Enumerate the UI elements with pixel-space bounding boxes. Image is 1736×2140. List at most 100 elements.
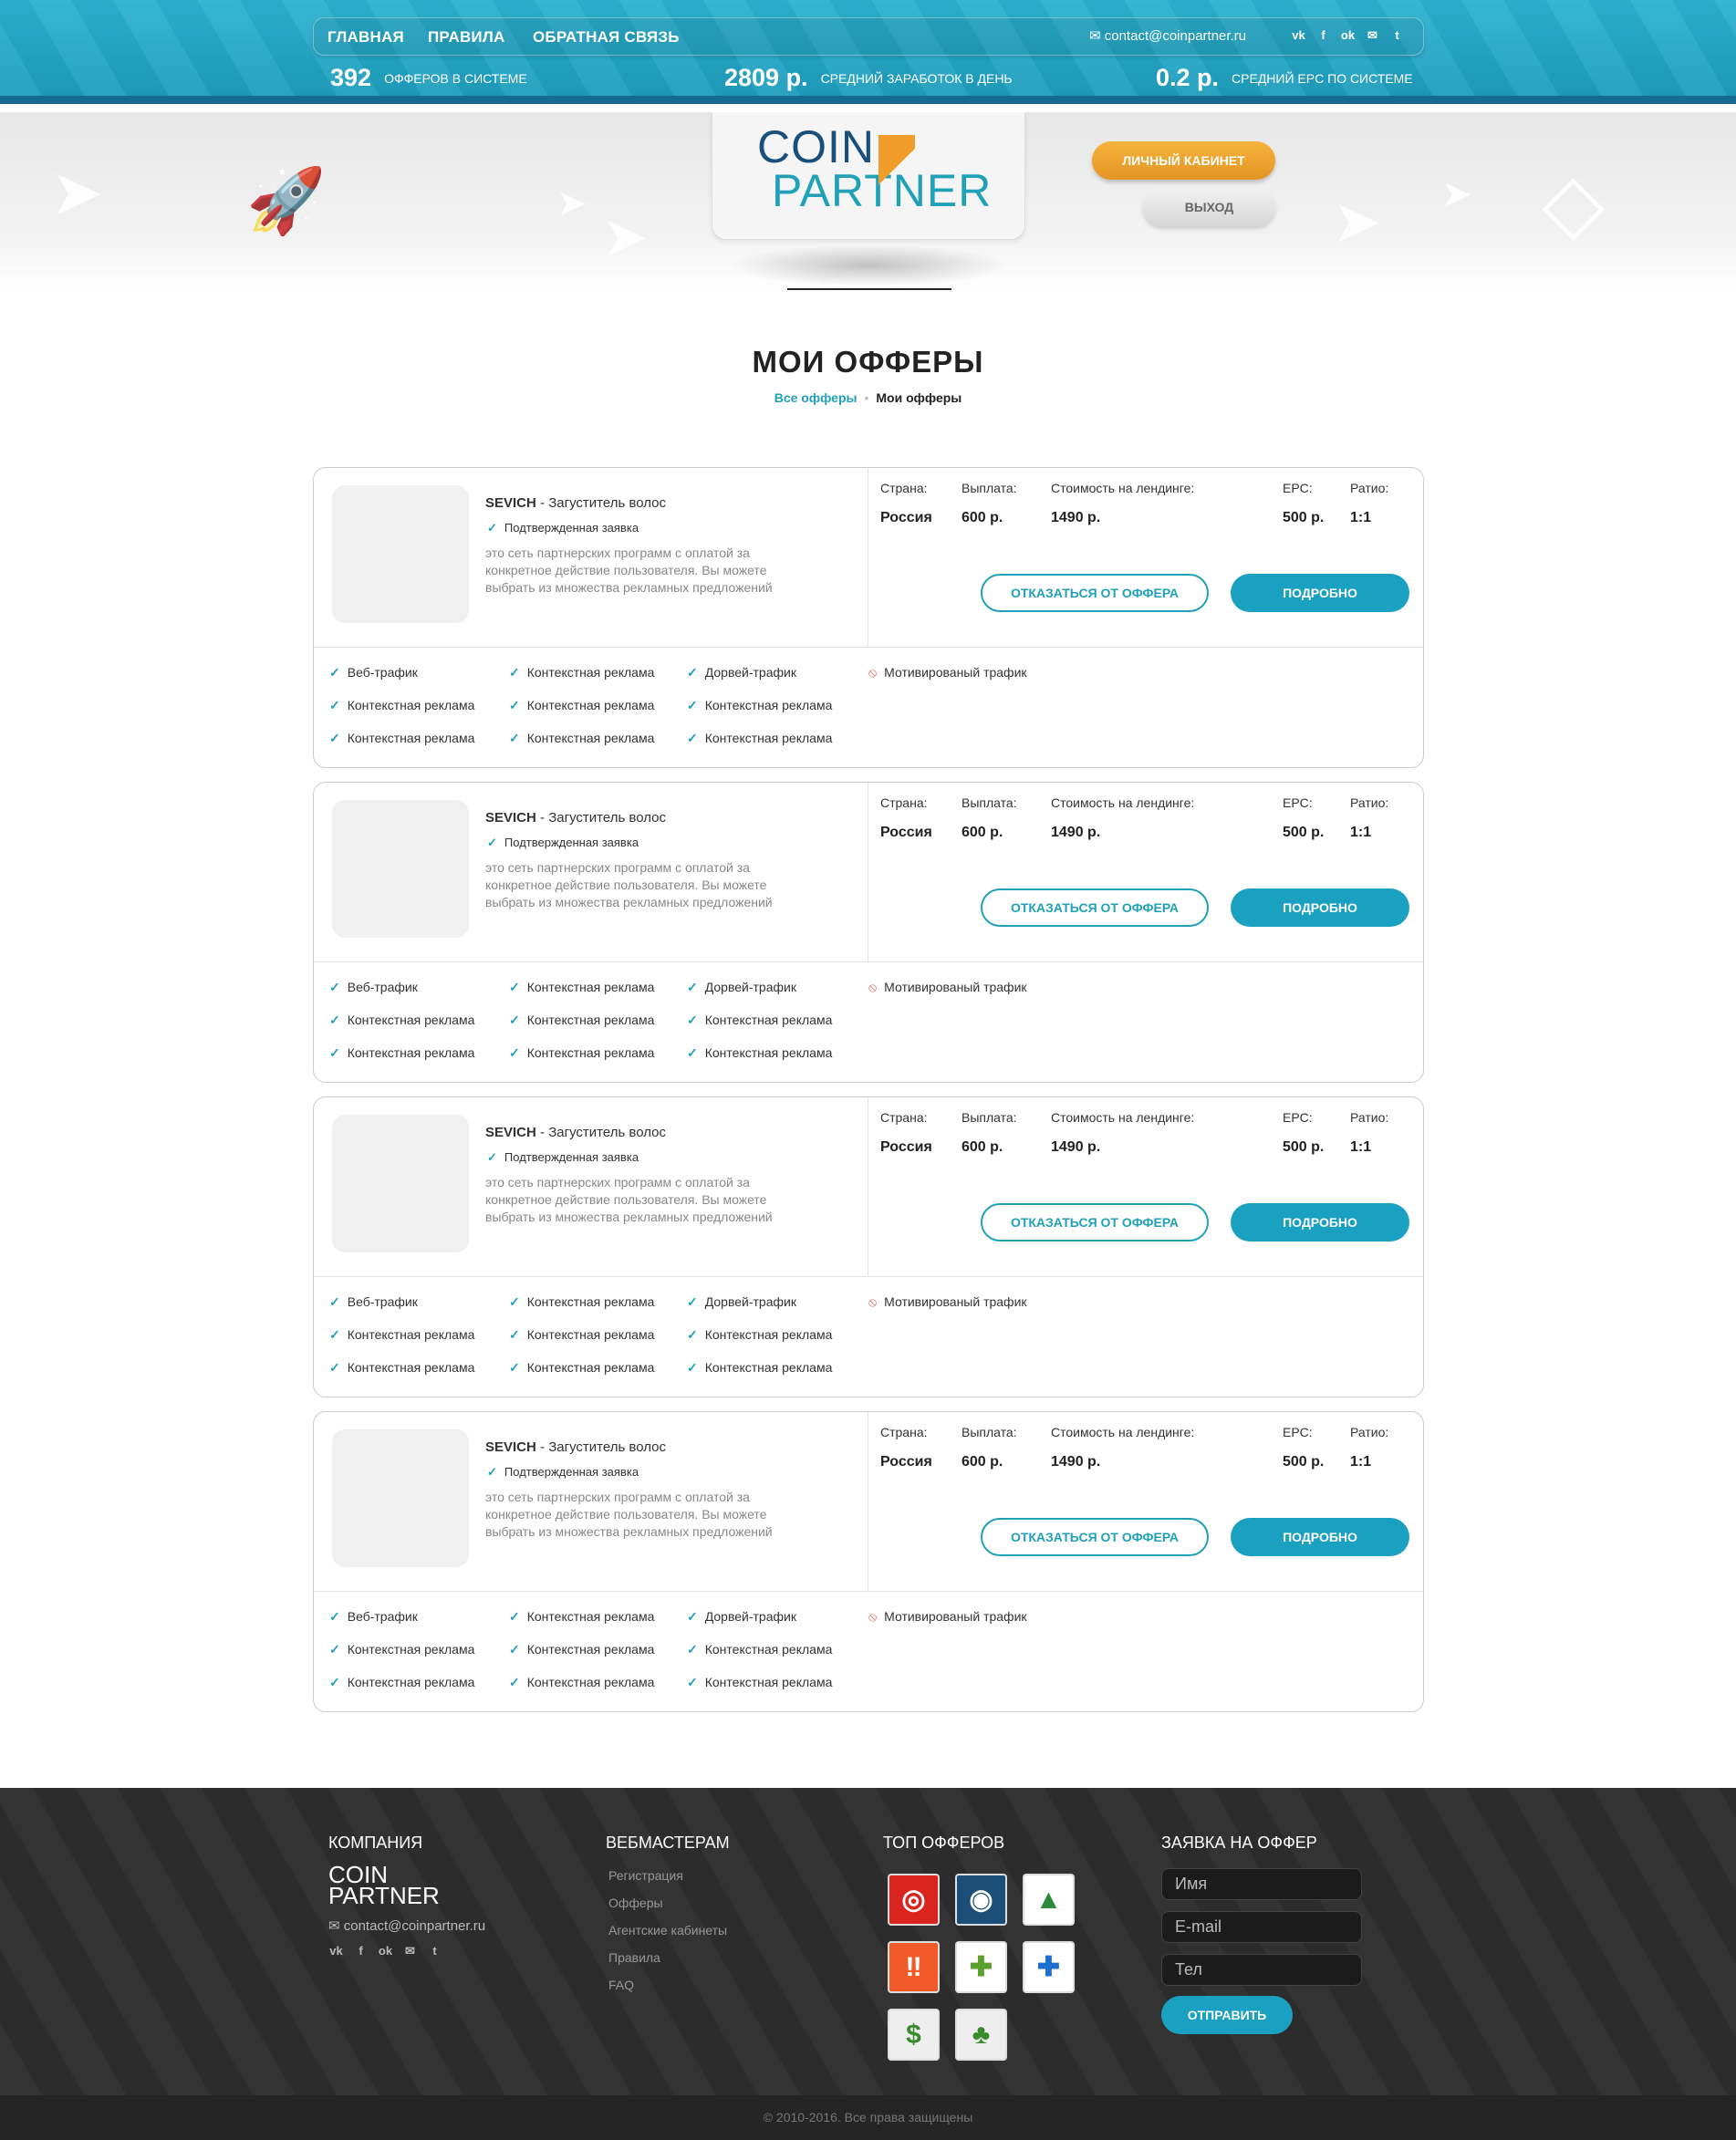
facebook-icon[interactable]: f <box>1315 27 1331 43</box>
offer-thumbnail[interactable] <box>332 800 469 938</box>
car-logo-icon[interactable]: ◎ <box>888 1874 940 1926</box>
offer-title[interactable]: SEVICH - Загуститель волос <box>485 495 666 511</box>
exit-button[interactable]: ВЫХОД <box>1143 188 1275 226</box>
vk-icon[interactable]: vk <box>328 1943 344 1958</box>
footer-email[interactable]: ✉ contact@coinpartner.ru <box>328 1917 485 1934</box>
traffic-feature-item: ✓ Контекстная реклама <box>329 1013 475 1027</box>
traffic-feature-item: ✓ Контекстная реклама <box>509 731 655 745</box>
logo[interactable]: COIN PARTNER <box>757 124 992 213</box>
ban-icon: ⦸ <box>868 1294 878 1309</box>
name-input[interactable] <box>1161 1868 1362 1900</box>
check-icon: ✓ <box>509 1360 520 1375</box>
mail-icon: ✉ <box>1089 28 1101 44</box>
epc-label: EPC: <box>1283 1425 1313 1439</box>
details-button[interactable]: ПОДРОБНО <box>1231 574 1409 612</box>
personal-cabinet-button[interactable]: ЛИЧНЫЙ КАБИНЕТ <box>1092 141 1275 180</box>
paper-plane-icon: ➤ <box>1441 174 1472 214</box>
top-nav: ГЛАВНАЯ ПРАВИЛА ОБРАТНАЯ СВЯЗЬ ✉ contact… <box>313 17 1424 56</box>
check-icon: ✓ <box>687 731 698 745</box>
money-tree-icon[interactable]: $ <box>888 2009 940 2061</box>
traffic-feature-item: ✓ Контекстная реклама <box>687 1642 833 1657</box>
epc-value: 500 р. <box>1283 825 1325 840</box>
twitter-icon[interactable]: t <box>1389 27 1405 43</box>
epc-value: 500 р. <box>1283 510 1325 525</box>
refuse-offer-button[interactable]: ОТКАЗАТЬСЯ ОТ ОФФЕРА <box>981 1518 1209 1556</box>
footer-social-links: vk f ok ✉ t <box>328 1943 442 1958</box>
footer-link-faq[interactable]: FAQ <box>608 1978 634 1992</box>
paper-plane-icon: ➤ <box>1332 188 1382 255</box>
nav-rules[interactable]: ПРАВИЛА <box>428 28 504 47</box>
nav-home[interactable]: ГЛАВНАЯ <box>327 28 404 47</box>
traffic-feature-item: ✓ Контекстная реклама <box>687 698 833 712</box>
payout-label: Выплата: <box>962 795 1017 810</box>
offer-title[interactable]: SEVICH - Загуститель волос <box>485 1125 666 1140</box>
nav-feedback[interactable]: ОБРАТНАЯ СВЯЗЬ <box>533 28 680 47</box>
mail-icon[interactable]: ✉ <box>1365 27 1380 43</box>
offer-title[interactable]: SEVICH - Загуститель волос <box>485 1439 666 1455</box>
offer-thumbnail[interactable] <box>332 485 469 623</box>
email-input[interactable] <box>1161 1911 1362 1943</box>
footer-link-offers[interactable]: Офферы <box>608 1896 663 1910</box>
check-icon: ✓ <box>687 1609 698 1624</box>
offer-title[interactable]: SEVICH - Загуститель волос <box>485 810 666 826</box>
social-links: vk f ok ✉ t <box>1291 27 1405 43</box>
refuse-offer-button[interactable]: ОТКАЗАТЬСЯ ОТ ОФФЕРА <box>981 1203 1209 1241</box>
payout-value: 600 р. <box>962 825 1003 840</box>
traffic-feature-item: ✓ Контекстная реклама <box>509 980 655 994</box>
traffic-feature-item: ⦸ Мотивированый трафик <box>868 665 1027 680</box>
landing-cost-label: Стоимость на лендинге: <box>1051 1425 1195 1439</box>
facebook-icon[interactable]: f <box>353 1943 369 1958</box>
check-icon: ✓ <box>487 521 497 535</box>
details-button[interactable]: ПОДРОБНО <box>1231 888 1409 927</box>
check-icon: ✓ <box>687 1327 698 1342</box>
odnoklassniki-icon[interactable]: ok <box>1340 27 1356 43</box>
details-button[interactable]: ПОДРОБНО <box>1231 1203 1409 1241</box>
landing-cost-label: Стоимость на лендинге: <box>1051 481 1195 495</box>
country-value: Россия <box>880 510 932 525</box>
check-icon: ✓ <box>329 1294 340 1309</box>
breadcrumb-all-offers[interactable]: Все офферы <box>774 390 858 405</box>
traffic-feature-item: ✓ Контекстная реклама <box>509 665 655 680</box>
offer-thumbnail[interactable] <box>332 1115 469 1252</box>
puzzle-blue-icon[interactable]: ✚ <box>1023 1941 1075 1993</box>
check-icon: ✓ <box>329 698 340 712</box>
footer-link-registration[interactable]: Регистрация <box>608 1868 683 1883</box>
mail-icon[interactable]: ✉ <box>402 1943 418 1958</box>
stat-offers: 392 ОФФЕРОВ В СИСТЕМЕ <box>330 64 527 91</box>
check-icon: ✓ <box>509 1045 520 1060</box>
ban-icon: ⦸ <box>868 665 878 680</box>
footer-link-agency[interactable]: Агентские кабинеты <box>608 1923 727 1937</box>
offer-thumbnail[interactable] <box>332 1429 469 1567</box>
payout-value: 600 р. <box>962 1139 1003 1155</box>
offer-card: SEVICH - Загуститель волос ✓ Подтвержденн… <box>313 782 1424 1083</box>
traffic-feature-item: ✓ Контекстная реклама <box>687 1327 833 1342</box>
footprints-icon[interactable]: ‼ <box>888 1941 940 1993</box>
offer-description: это сеть партнерских программ с оплатой … <box>485 1175 773 1224</box>
ratio-label: Ратио: <box>1350 1425 1389 1439</box>
traffic-feature-item: ✓ Веб-трафик <box>329 980 418 994</box>
footer-logo[interactable]: COIN PARTNER <box>328 1863 440 1908</box>
tree-icon[interactable]: ♣ <box>955 2009 1007 2061</box>
check-icon: ✓ <box>509 1327 520 1342</box>
traffic-feature-item: ✓ Контекстная реклама <box>509 1360 655 1375</box>
puzzle-green-icon[interactable]: ✚ <box>955 1941 1007 1993</box>
traffic-feature-item: ⦸ Мотивированый трафик <box>868 980 1027 994</box>
divider <box>314 1591 1423 1592</box>
phone-input[interactable] <box>1161 1954 1362 1986</box>
twitter-icon[interactable]: t <box>427 1943 442 1958</box>
odnoklassniki-icon[interactable]: ok <box>378 1943 393 1958</box>
check-icon: ✓ <box>509 731 520 745</box>
ban-icon: ⦸ <box>868 980 878 994</box>
footer-link-rules[interactable]: Правила <box>608 1950 660 1965</box>
details-button[interactable]: ПОДРОБНО <box>1231 1518 1409 1556</box>
refuse-offer-button[interactable]: ОТКАЗАТЬСЯ ОТ ОФФЕРА <box>981 574 1209 612</box>
steam-icon[interactable]: ◉ <box>955 1874 1007 1926</box>
ratio-value: 1:1 <box>1350 1454 1372 1470</box>
vk-icon[interactable]: vk <box>1291 27 1306 43</box>
epc-label: EPC: <box>1283 481 1313 495</box>
submit-button[interactable]: ОТПРАВИТЬ <box>1161 1996 1293 2034</box>
footer-top-heading: ТОП ОФФЕРОВ <box>883 1834 1005 1852</box>
nav-email[interactable]: ✉ contact@coinpartner.ru <box>1089 27 1246 44</box>
refuse-offer-button[interactable]: ОТКАЗАТЬСЯ ОТ ОФФЕРА <box>981 888 1209 927</box>
chart-icon[interactable]: ▲ <box>1023 1874 1075 1926</box>
